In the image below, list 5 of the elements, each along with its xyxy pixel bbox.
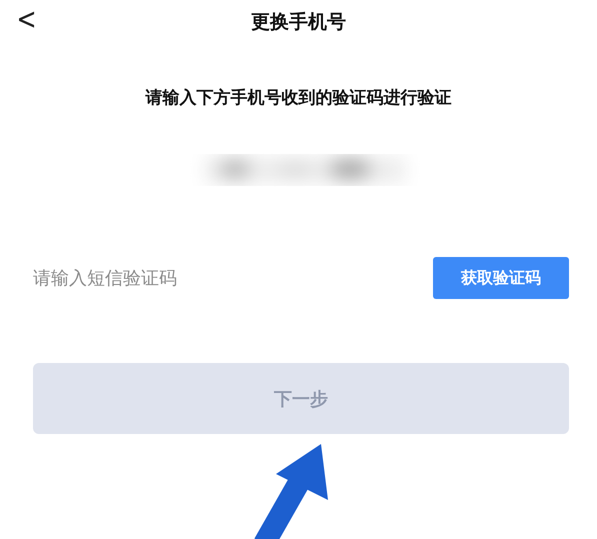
back-icon[interactable]: < (16, 2, 37, 37)
page-title: 更换手机号 (251, 10, 346, 35)
sms-code-field[interactable]: 请输入短信验证码 (33, 268, 333, 288)
get-code-button[interactable]: 获取验证码 (433, 257, 569, 299)
instruction-text: 请输入下方手机号收到的验证码进行验证 (144, 87, 452, 109)
